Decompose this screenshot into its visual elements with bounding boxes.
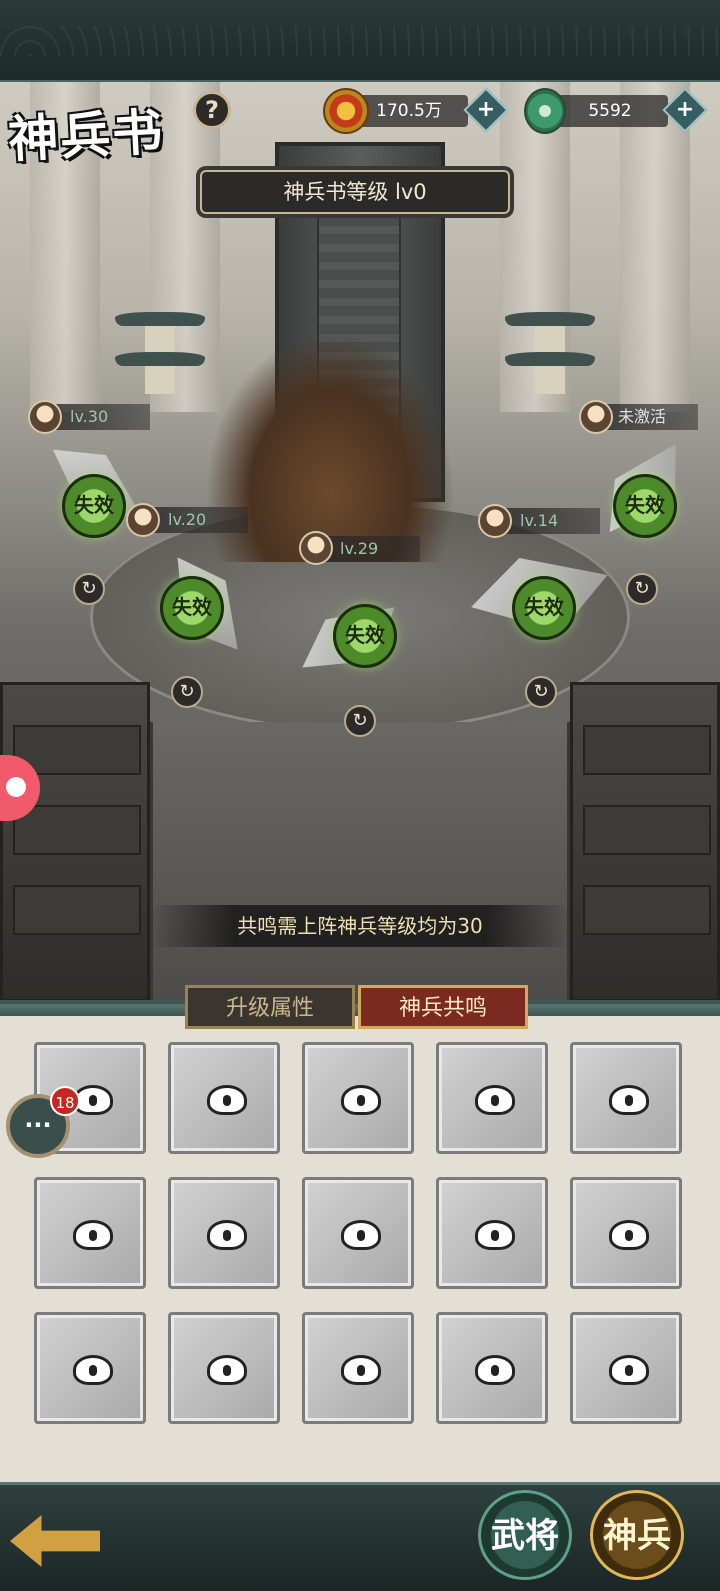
- chat-unread-badge: 18: [50, 1086, 80, 1116]
- resonance-requirement-text: 共鸣需上阵神兵等级均为30: [150, 905, 570, 947]
- lock-icon: [207, 1220, 247, 1250]
- book-level-plate: 神兵书等级 lv0: [200, 170, 510, 214]
- bookshelf-right: [570, 682, 720, 1002]
- weapon-invalid-badge[interactable]: 失效: [160, 576, 224, 640]
- locked-slot[interactable]: [570, 1042, 682, 1154]
- jade-icon: [524, 88, 566, 134]
- locked-slot[interactable]: [436, 1042, 548, 1154]
- pillar: [620, 82, 690, 412]
- swap-icon[interactable]: ↻: [525, 676, 557, 708]
- jade-amount: 5592: [552, 95, 668, 127]
- help-button[interactable]: ?: [193, 91, 231, 129]
- tab-weapon-resonance[interactable]: 神兵共鸣: [358, 985, 528, 1029]
- locked-slot[interactable]: [302, 1177, 414, 1289]
- page-title: 神兵书: [6, 101, 166, 170]
- locked-slot[interactable]: [168, 1177, 280, 1289]
- lock-icon: [341, 1220, 381, 1250]
- lock-icon: [341, 1355, 381, 1385]
- locked-slot[interactable]: [168, 1042, 280, 1154]
- lock-icon: [609, 1085, 649, 1115]
- lock-icon: [609, 1220, 649, 1250]
- swap-icon[interactable]: ↻: [626, 573, 658, 605]
- locked-slot[interactable]: [302, 1042, 414, 1154]
- nav-weapons-button[interactable]: 神兵: [590, 1490, 684, 1580]
- lock-icon: [73, 1220, 113, 1250]
- hero-avatar: [579, 400, 613, 434]
- lock-icon: [207, 1355, 247, 1385]
- hero-avatar: [478, 504, 512, 538]
- swap-icon[interactable]: ↻: [344, 705, 376, 737]
- locked-slot[interactable]: [302, 1312, 414, 1424]
- bookshelf-left: [0, 682, 150, 1002]
- weapon-invalid-badge[interactable]: 失效: [613, 474, 677, 538]
- swap-icon[interactable]: ↻: [171, 676, 203, 708]
- lock-icon: [475, 1355, 515, 1385]
- locked-slot[interactable]: [570, 1312, 682, 1424]
- lock-icon: [475, 1220, 515, 1250]
- hero-avatar: [126, 503, 160, 537]
- hero-avatar: [28, 400, 62, 434]
- locked-slot[interactable]: [34, 1312, 146, 1424]
- weapon-invalid-badge[interactable]: 失效: [333, 604, 397, 668]
- lantern-pagoda: [505, 292, 595, 412]
- locked-slot[interactable]: [168, 1312, 280, 1424]
- locked-slot[interactable]: [570, 1177, 682, 1289]
- swap-icon[interactable]: ↻: [73, 573, 105, 605]
- top-banner: [0, 0, 720, 82]
- lock-icon: [73, 1355, 113, 1385]
- nav-generals-button[interactable]: 武将: [478, 1490, 572, 1580]
- gold-coin-icon: [323, 88, 369, 134]
- lock-icon: [609, 1355, 649, 1385]
- lock-icon: [341, 1085, 381, 1115]
- tab-upgrade-attributes[interactable]: 升级属性: [185, 985, 355, 1029]
- weapon-invalid-badge[interactable]: 失效: [512, 576, 576, 640]
- stone-floor: [150, 722, 570, 1002]
- weapon-invalid-badge[interactable]: 失效: [62, 474, 126, 538]
- lock-icon: [475, 1085, 515, 1115]
- locked-slot[interactable]: [436, 1312, 548, 1424]
- lock-icon: [207, 1085, 247, 1115]
- hero-avatar: [299, 531, 333, 565]
- locked-slot[interactable]: [34, 1177, 146, 1289]
- locked-slot[interactable]: [436, 1177, 548, 1289]
- lantern-pagoda: [115, 292, 205, 412]
